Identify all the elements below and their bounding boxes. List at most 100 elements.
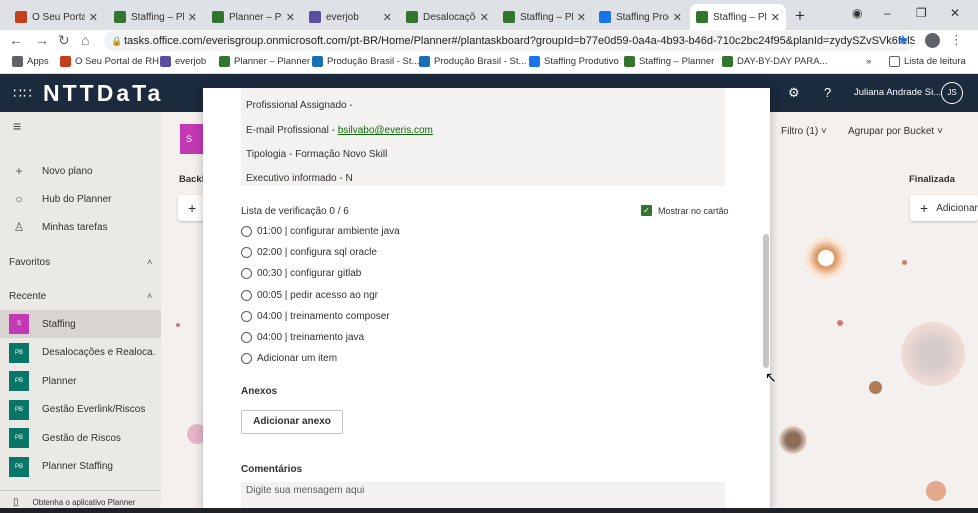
close-tab-icon[interactable]: ✕ xyxy=(89,11,98,24)
add-attachment-button[interactable]: Adicionar anexo xyxy=(241,410,343,434)
sidebar-plan-item[interactable]: S Staffing xyxy=(0,310,161,338)
app-launcher-icon[interactable]: ∷∷ xyxy=(13,85,33,102)
email-link[interactable]: bsilvabo@everis.com xyxy=(338,125,433,136)
checklist-item[interactable]: 01:00 | configurar ambiente java xyxy=(241,226,400,237)
tab-favicon-icon xyxy=(696,11,708,23)
close-tab-icon[interactable]: ✕ xyxy=(383,11,392,24)
add-task-button[interactable]: + Adicionar tarefa xyxy=(910,195,978,221)
sidebar-nav-item[interactable]: ○ Hub do Planner xyxy=(0,186,161,212)
sidebar-plan-item[interactable]: PB Planner Staffing xyxy=(0,453,161,481)
close-tab-icon[interactable]: ✕ xyxy=(286,11,295,24)
restore-icon[interactable]: ❐ xyxy=(916,6,927,20)
close-tab-icon[interactable]: ✕ xyxy=(188,11,197,24)
checklist-title: Lista de verificação 0 / 6 xyxy=(241,206,349,217)
close-tab-icon[interactable]: ✕ xyxy=(480,11,489,24)
radio-circle-icon[interactable] xyxy=(241,289,252,301)
close-tab-icon[interactable]: ✕ xyxy=(577,11,586,24)
bucket-title: Finalizada xyxy=(909,174,955,185)
bookmark-star-icon[interactable]: ★ xyxy=(897,32,909,48)
bookmark-favicon-icon xyxy=(160,56,171,67)
group-by-button[interactable]: Agrupar por Bucket ˅ xyxy=(848,126,943,137)
browser-tab[interactable]: O Seu Portal d✕ xyxy=(9,4,104,30)
plus-icon: + xyxy=(15,164,23,178)
avatar[interactable]: JS xyxy=(941,82,963,104)
sidebar-nav-item[interactable]: + Novo plano xyxy=(0,158,161,184)
checklist-item[interactable]: 00:05 | pedir acesso ao ngr xyxy=(241,289,378,301)
tab-favicon-icon xyxy=(114,11,126,23)
checklist-item[interactable]: 04:00 | treinamento composer xyxy=(241,310,390,322)
recent-section[interactable]: Recente ˄ xyxy=(9,291,152,302)
browser-tab[interactable]: Staffing – Pla✕ xyxy=(497,4,592,30)
browser-tab[interactable]: everjob ✕ xyxy=(303,4,398,30)
browser-tab[interactable]: Desalocaçõe ✕ xyxy=(400,4,495,30)
tab-search-icon[interactable]: ◉ xyxy=(852,6,862,20)
radio-circle-icon[interactable] xyxy=(241,247,252,259)
chevron-up-icon[interactable]: ˄ xyxy=(147,257,152,267)
chevron-up-icon[interactable]: ˄ xyxy=(147,291,152,301)
decorative-dot xyxy=(779,426,807,454)
browser-tab[interactable]: Planner – Pla✕ xyxy=(206,4,301,30)
bookmark-item[interactable]: Apps xyxy=(12,56,49,67)
sidebar-nav-item[interactable]: ♙ Minhas tarefas xyxy=(0,214,161,240)
close-tab-icon[interactable]: ✕ xyxy=(673,11,682,24)
filter-button[interactable]: Filtro (1) ˅ xyxy=(781,126,827,137)
bookmark-favicon-icon xyxy=(722,56,733,67)
checklist-item[interactable]: 00:30 | configurar gitlab xyxy=(241,268,361,280)
sidebar-plan-item[interactable]: PB Desalocações e Realoca... xyxy=(0,339,161,367)
help-icon[interactable]: ? xyxy=(824,85,831,100)
close-window-icon[interactable]: ✕ xyxy=(950,6,960,20)
minimize-icon[interactable]: – xyxy=(884,6,891,20)
add-checklist-item[interactable]: Adicionar um item xyxy=(241,353,337,364)
bookmark-item[interactable]: everjob xyxy=(160,56,206,67)
decorative-dot xyxy=(901,322,965,386)
new-tab-button[interactable]: + xyxy=(795,6,805,26)
checklist-item[interactable]: 02:00 | configura sql oracle xyxy=(241,247,377,259)
sidebar-plan-item[interactable]: PB Planner xyxy=(0,367,161,395)
radio-circle-icon[interactable] xyxy=(241,310,252,322)
reading-list[interactable]: Lista de leitura xyxy=(889,56,966,67)
browser-tab[interactable]: Staffing Produ✕ xyxy=(593,4,688,30)
bookmark-favicon-icon xyxy=(60,56,71,67)
profile-icon[interactable] xyxy=(925,33,940,48)
checklist-item[interactable]: 04:00 | treinamento java xyxy=(241,332,364,343)
dialog-scrollbar[interactable] xyxy=(763,234,769,368)
more-bookmarks-icon[interactable]: » xyxy=(866,56,871,67)
browser-tab[interactable]: Staffing – Pla✕ xyxy=(690,4,786,30)
bookmark-item[interactable]: Produção Brasil - St... xyxy=(419,56,526,67)
tab-favicon-icon xyxy=(15,11,27,23)
close-tab-icon[interactable]: ✕ xyxy=(771,11,780,24)
bookmark-item[interactable]: Staffing Produtivo xyxy=(529,56,619,67)
show-on-card-checkbox[interactable]: ✓ Mostrar no cartão xyxy=(641,205,729,216)
bookmark-item[interactable]: Staffing – Planner xyxy=(624,56,714,67)
description-field[interactable]: Profissional Assignado - E-mail Profissi… xyxy=(241,88,725,186)
plan-badge-icon: PB xyxy=(9,428,29,448)
sidebar-plan-item[interactable]: PB Gestão Everlink/Riscos xyxy=(0,396,161,424)
description-line: Tipologia - Formação Novo Skill xyxy=(246,149,388,160)
browser-menu-icon[interactable]: ⋮ xyxy=(950,32,963,48)
bookmarks-bar: Apps O Seu Portal de RH everjob Planner – P… xyxy=(0,52,978,74)
bookmark-item[interactable]: O Seu Portal de RH xyxy=(60,56,159,67)
comment-input[interactable]: Digite sua mensagem aqui xyxy=(241,482,725,508)
description-line: Executivo informado - N xyxy=(246,173,353,184)
collapse-menu-icon[interactable]: ≡ xyxy=(13,118,21,134)
radio-circle-icon[interactable] xyxy=(241,332,252,343)
url-text: tasks.office.com/everisgroup.onmicrosoft… xyxy=(124,35,915,47)
sidebar-plan-item[interactable]: PB Gestão de Riscos xyxy=(0,424,161,452)
reload-icon[interactable]: ↻ xyxy=(58,32,70,49)
plan-badge-icon: PB xyxy=(9,342,29,363)
radio-circle-icon[interactable] xyxy=(241,226,252,237)
home-icon[interactable]: ⌂ xyxy=(81,32,89,48)
plan-badge-icon: PB xyxy=(9,371,29,391)
browser-tab[interactable]: Staffing – Pla✕ xyxy=(108,4,203,30)
address-bar[interactable]: 🔒 tasks.office.com/everisgroup.onmicroso… xyxy=(104,31,915,51)
bookmark-item[interactable]: Planner – Planner xyxy=(219,56,310,67)
person-icon: ♙ xyxy=(13,220,25,234)
radio-circle-icon[interactable] xyxy=(241,268,252,280)
tab-favicon-icon xyxy=(309,11,321,23)
forward-icon[interactable]: → xyxy=(35,32,49,48)
back-icon[interactable]: ← xyxy=(9,32,23,48)
settings-icon[interactable]: ⚙ xyxy=(788,85,800,101)
favorites-section[interactable]: Favoritos ˄ xyxy=(9,257,152,268)
bookmark-item[interactable]: Produção Brasil - St... xyxy=(312,56,419,67)
bookmark-item[interactable]: DAY-BY-DAY PARA... xyxy=(722,56,827,67)
